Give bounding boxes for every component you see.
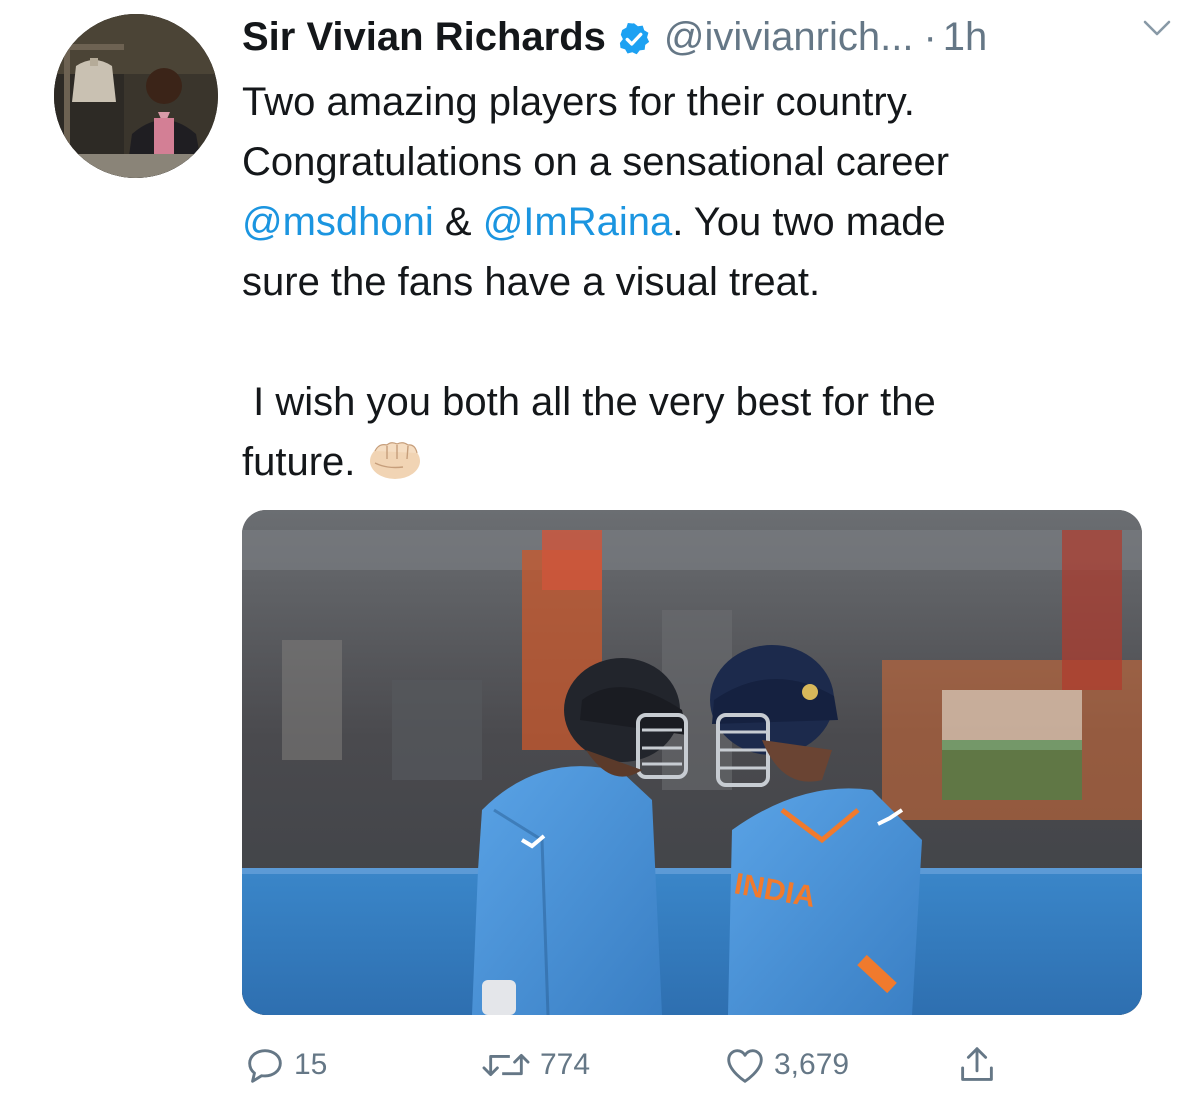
reply-icon	[248, 1049, 282, 1083]
like-count: 3,679	[774, 1048, 850, 1081]
separator-dot: ·	[923, 15, 937, 59]
display-name[interactable]: Sir Vivian Richards	[242, 12, 606, 62]
tweet-line: future.	[242, 440, 356, 484]
reply-count: 15	[294, 1048, 328, 1081]
mention-msdhoni-link[interactable]: @msdhoni	[242, 200, 434, 244]
tweet-media-image[interactable]: INDIA	[242, 510, 1142, 1015]
timestamp[interactable]: 1h	[943, 12, 988, 62]
caret-down-icon[interactable]	[1140, 14, 1174, 42]
verified-badge-icon	[616, 19, 652, 55]
tweet-line: I wish you both all the very best for th…	[242, 380, 936, 424]
tweet-text-fragment: . You two made	[672, 200, 946, 244]
tweet-line: sure the fans have a visual treat.	[242, 260, 821, 304]
like-icon	[727, 1049, 763, 1083]
retweet-button[interactable]: 774	[478, 1040, 590, 1090]
share-icon	[961, 1047, 993, 1081]
retweet-count: 774	[540, 1048, 591, 1081]
tweet-text: Two amazing players for their country. C…	[242, 72, 1162, 492]
retweet-icon	[482, 1053, 530, 1077]
share-button[interactable]	[954, 1040, 1006, 1090]
tweet[interactable]: Sir Vivian Richards @ivivianrich... · 1h…	[0, 0, 1200, 1106]
tweet-line: Congratulations on a sensational career	[242, 140, 950, 184]
tweet-text-fragment: &	[433, 200, 483, 244]
fist-bump-emoji-icon	[367, 437, 423, 481]
mention-imraina-link[interactable]: @ImRaina	[483, 200, 673, 244]
avatar[interactable]	[54, 14, 218, 178]
tweet-line: Two amazing players for their country.	[242, 80, 915, 124]
user-handle[interactable]: @ivivianrich...	[664, 12, 914, 62]
tweet-actions: 15 774 3,679	[242, 1040, 1142, 1090]
tweet-header: Sir Vivian Richards @ivivianrich... · 1h	[242, 12, 1172, 62]
like-button[interactable]: 3,679	[722, 1040, 849, 1090]
reply-button[interactable]: 15	[242, 1040, 327, 1090]
